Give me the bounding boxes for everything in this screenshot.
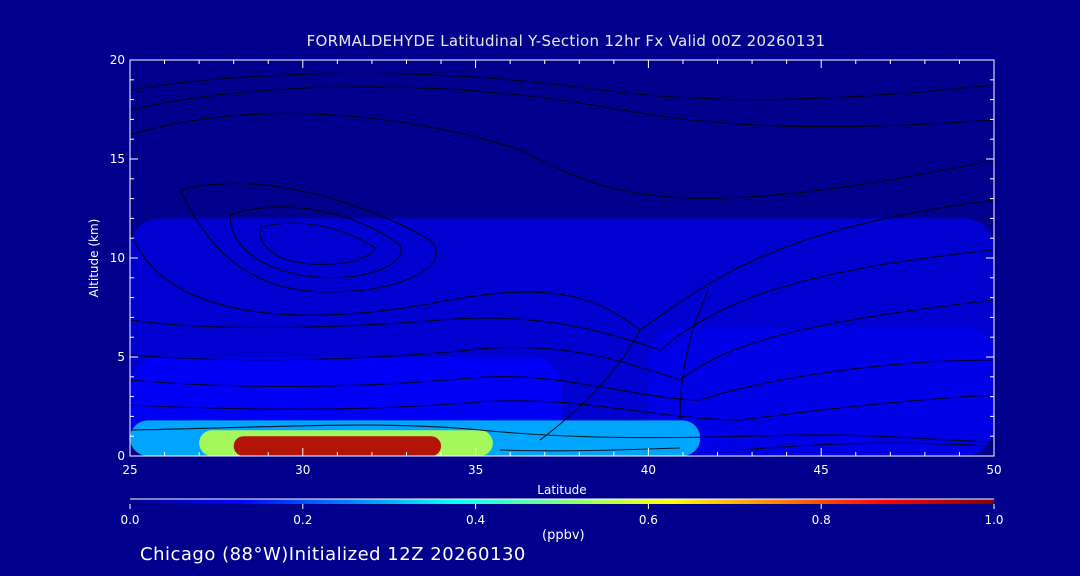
colorbar <box>130 499 994 504</box>
x-tick-label: 45 <box>814 463 829 477</box>
contour-line-0 <box>130 72 994 101</box>
colorbar-tick-label: 0.4 <box>466 513 485 527</box>
colorbar-ticks: 0.0 0.2 0.4 0.6 0.8 1.0 <box>120 504 1004 527</box>
y-tick-label: 10 <box>110 251 125 265</box>
x-tick-label: 50 <box>986 463 1001 477</box>
x-tick-label: 35 <box>468 463 483 477</box>
x-axis-label: Latitude <box>537 483 586 497</box>
footer-location-label: Chicago (88°W)Initialized 12Z 20260130 <box>140 544 526 565</box>
y-axis-label: Altitude (km) <box>87 219 101 298</box>
chart-canvas: 25 30 35 40 45 50 0 5 10 15 20 Latitude Altitude … <box>87 53 1004 527</box>
colorbar-tick-label: 1.0 <box>984 513 1003 527</box>
y-tick-label: 5 <box>117 350 125 364</box>
colorbar-tick-label: 0.6 <box>639 513 658 527</box>
y-tick-label: 15 <box>110 152 125 166</box>
colorbar-unit-label: (ppbv) <box>542 528 585 543</box>
concentration-field <box>130 218 994 456</box>
contour-line-1 <box>130 86 994 128</box>
x-tick-label: 30 <box>295 463 310 477</box>
colorbar-tick-label: 0.2 <box>293 513 312 527</box>
x-tick-label: 40 <box>641 463 656 477</box>
colorbar-tick-label: 0.8 <box>812 513 831 527</box>
y-tick-label: 0 <box>117 449 125 463</box>
y-tick-label: 20 <box>110 53 125 67</box>
x-tick-label: 25 <box>122 463 137 477</box>
colorbar-tick-label: 0.0 <box>120 513 139 527</box>
